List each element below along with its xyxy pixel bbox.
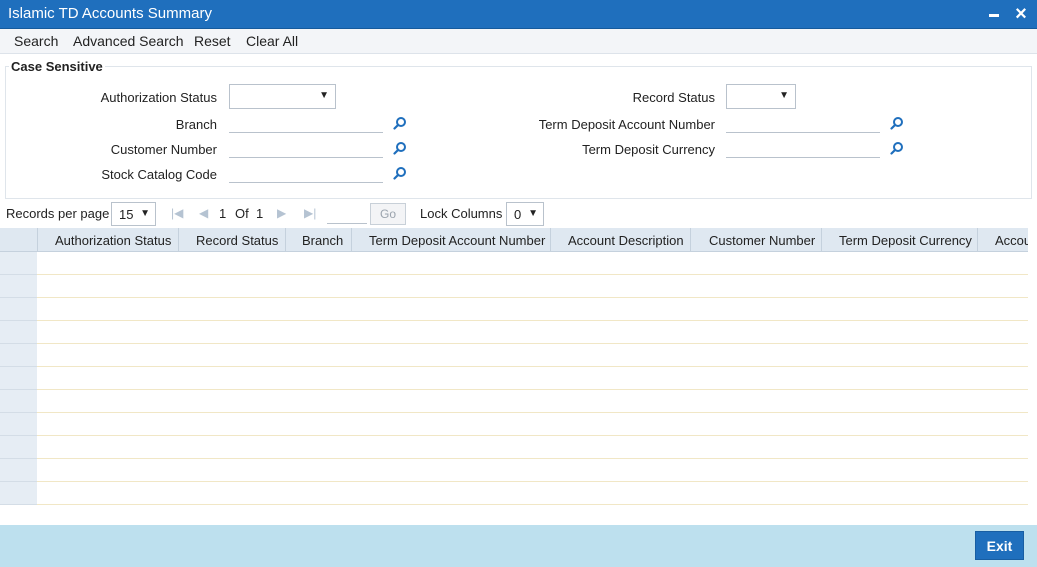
minimize-icon[interactable]: [989, 14, 999, 17]
table-row[interactable]: [37, 321, 1028, 344]
search-icon[interactable]: [393, 141, 407, 155]
table-row[interactable]: [37, 367, 1028, 390]
column-divider: [285, 228, 286, 252]
customer-number-label: Customer Number: [110, 142, 217, 157]
row-selector[interactable]: [0, 413, 37, 436]
authorization-status-select[interactable]: ▼: [229, 84, 336, 109]
footer-bar: [0, 525, 1037, 567]
row-selector[interactable]: [0, 482, 37, 505]
row-selector[interactable]: [0, 344, 37, 367]
column-divider: [351, 228, 352, 252]
go-to-page-input[interactable]: [327, 204, 367, 224]
search-icon[interactable]: [393, 166, 407, 180]
lock-columns-label: Lock Columns: [420, 206, 503, 221]
row-selector[interactable]: [0, 459, 37, 482]
table-row[interactable]: [37, 459, 1028, 482]
records-per-page-label: Records per page: [6, 206, 110, 221]
table-row[interactable]: [37, 436, 1028, 459]
column-divider: [37, 228, 38, 252]
column-divider: [550, 228, 551, 252]
column-divider: [821, 228, 822, 252]
chevron-down-icon: ▼: [779, 90, 789, 101]
next-page-icon[interactable]: ▶: [277, 206, 286, 220]
chevron-down-icon: ▼: [140, 208, 150, 219]
column-divider: [178, 228, 179, 252]
row-selector[interactable]: [0, 436, 37, 459]
records-per-page-select[interactable]: 15 ▼: [111, 202, 156, 226]
clear-all-menu-item[interactable]: Clear All: [246, 33, 298, 49]
menu-bar: Search Advanced Search Reset Clear All: [0, 29, 1037, 54]
stock-catalog-code-label: Stock Catalog Code: [101, 167, 217, 182]
pagination-bar: Records per page 15 ▼ |◀ ◀ 1 Of 1 ▶ ▶| G…: [0, 200, 1037, 228]
term-deposit-account-number-input[interactable]: [726, 111, 880, 133]
first-page-icon[interactable]: |◀: [171, 206, 183, 220]
exit-button[interactable]: Exit: [975, 531, 1024, 560]
column-divider: [977, 228, 978, 252]
search-menu-item[interactable]: Search: [14, 33, 58, 49]
record-status-label: Record Status: [632, 90, 715, 105]
of-label: Of: [235, 206, 249, 221]
authorization-status-label: Authorization Status: [100, 90, 217, 105]
current-page: 1: [219, 206, 227, 221]
table-row[interactable]: [37, 298, 1028, 321]
column-divider: [690, 228, 691, 252]
stock-catalog-code-input[interactable]: [229, 161, 383, 183]
chevron-down-icon: ▼: [319, 90, 329, 101]
column-authorization-status[interactable]: Authorization Status: [55, 233, 171, 248]
row-selector[interactable]: [0, 298, 37, 321]
column-account-description[interactable]: Account Description: [568, 233, 684, 248]
record-status-select[interactable]: ▼: [726, 84, 796, 109]
previous-page-icon[interactable]: ◀: [199, 206, 208, 220]
column-term-deposit-currency[interactable]: Term Deposit Currency: [839, 233, 972, 248]
table-row[interactable]: [37, 390, 1028, 413]
column-branch[interactable]: Branch: [302, 233, 343, 248]
table-row[interactable]: [37, 413, 1028, 436]
last-page-icon[interactable]: ▶|: [304, 206, 316, 220]
window-title: Islamic TD Accounts Summary: [8, 5, 212, 22]
advanced-search-menu-item[interactable]: Advanced Search: [73, 33, 184, 49]
term-deposit-currency-label: Term Deposit Currency: [582, 142, 715, 157]
chevron-down-icon: ▼: [528, 208, 538, 219]
branch-label: Branch: [175, 117, 217, 132]
reset-menu-item[interactable]: Reset: [194, 33, 231, 49]
row-selector[interactable]: [0, 367, 37, 390]
results-grid: Authorization Status Record Status Branc…: [0, 228, 1028, 514]
term-deposit-currency-input[interactable]: [726, 136, 880, 158]
row-selector[interactable]: [0, 321, 37, 344]
row-selector[interactable]: [0, 275, 37, 298]
grid-header: Authorization Status Record Status Branc…: [0, 228, 1028, 252]
column-term-deposit-account-number[interactable]: Term Deposit Account Number: [369, 233, 545, 248]
lock-columns-select[interactable]: 0 ▼: [506, 202, 544, 226]
go-button[interactable]: Go: [370, 203, 406, 225]
row-selector[interactable]: [0, 252, 37, 275]
table-row[interactable]: [37, 344, 1028, 367]
search-icon[interactable]: [890, 116, 904, 130]
total-pages: 1: [256, 206, 264, 221]
vertical-scrollbar[interactable]: [1027, 0, 1037, 514]
row-selector[interactable]: [0, 390, 37, 413]
column-record-status[interactable]: Record Status: [196, 233, 278, 248]
search-icon[interactable]: [393, 116, 407, 130]
table-row[interactable]: [37, 275, 1028, 298]
table-row[interactable]: [37, 482, 1028, 505]
branch-input[interactable]: [229, 111, 383, 133]
term-deposit-account-number-label: Term Deposit Account Number: [538, 117, 715, 132]
case-sensitive-legend: Case Sensitive: [9, 59, 105, 74]
search-icon[interactable]: [890, 141, 904, 155]
column-account-truncated[interactable]: Accou: [995, 233, 1028, 248]
customer-number-input[interactable]: [229, 136, 383, 158]
column-customer-number[interactable]: Customer Number: [709, 233, 815, 248]
table-row[interactable]: [37, 252, 1028, 275]
title-bar: Islamic TD Accounts Summary ×: [0, 0, 1037, 29]
